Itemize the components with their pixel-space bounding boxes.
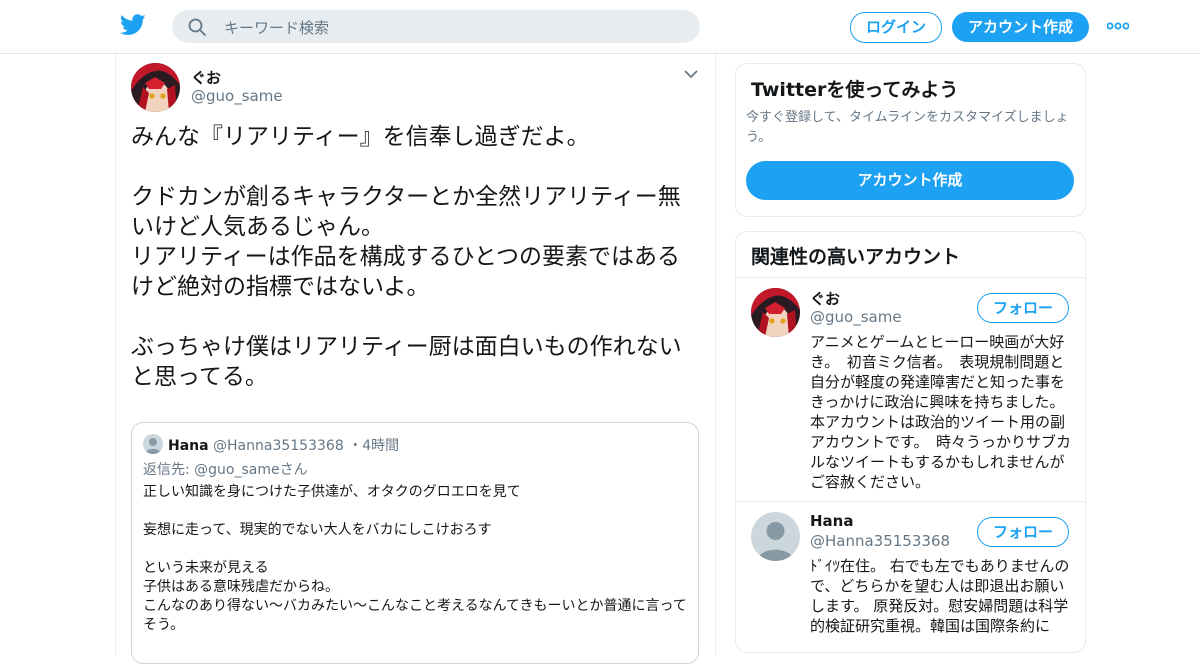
signup-card-button[interactable]: アカウント作成 — [746, 161, 1074, 200]
account-bio: ﾄﾞｲﾂ在住。 右でも左でもありませんので、どちらかを望む人は即退出お願いします… — [810, 557, 1070, 635]
follow-button[interactable]: フォロー — [977, 517, 1069, 547]
divider — [736, 277, 1085, 278]
reply-context: 返信先: @guo_sameさん — [143, 459, 308, 479]
quoted-author-handle[interactable]: @Hanna35153368 — [213, 438, 344, 454]
follow-button[interactable]: フォロー — [977, 293, 1069, 323]
signup-button[interactable]: アカウント作成 — [952, 12, 1089, 42]
account-handle[interactable]: @Hanna35153368 — [810, 532, 950, 550]
avatar[interactable] — [751, 288, 800, 337]
search-input[interactable] — [222, 10, 686, 45]
top-nav: ログイン アカウント作成 — [0, 0, 1200, 54]
quoted-text: 正しい知識を身につけた子供達が、オタクのグロエロを見て 妄想に走って、現実的でな… — [143, 484, 687, 633]
account-name[interactable]: Hana — [810, 512, 853, 530]
account-name[interactable]: ぐお — [810, 288, 840, 309]
more-options-icon[interactable] — [1107, 22, 1129, 30]
tweet-column: ぐお @guo_same みんな『リアリティー』を信奉し過ぎだよ。 クドカンが創… — [115, 54, 716, 664]
quoted-tweet[interactable]: Hana @Hanna35153368 ・4時間 返信先: @guo_sameさ… — [131, 422, 699, 664]
separator-dot: ・ — [348, 438, 363, 454]
tweet-author-handle[interactable]: @guo_same — [191, 87, 283, 105]
signup-card-description: 今すぐ登録して、タイムラインをカスタマイズしましょう。 — [746, 110, 1069, 145]
reply-prefix: 返信先: — [143, 462, 195, 478]
login-button[interactable]: ログイン — [850, 12, 942, 43]
quoted-avatar[interactable] — [143, 434, 163, 454]
related-accounts-title: 関連性の高いアカウント — [751, 246, 961, 268]
signup-card: Twitterを使ってみよう 今すぐ登録して、タイムラインをカスタマイズしましょ… — [735, 63, 1086, 217]
chevron-down-icon[interactable] — [684, 70, 698, 79]
quoted-timestamp[interactable]: 4時間 — [362, 438, 399, 454]
account-handle[interactable]: @guo_same — [810, 308, 902, 326]
quoted-header: Hana @Hanna35153368 ・4時間 — [168, 435, 399, 455]
quoted-author-name[interactable]: Hana — [168, 438, 209, 454]
related-accounts-card: 関連性の高いアカウント ぐお @guo_same フォロー アニメとゲームとヒー… — [735, 231, 1086, 653]
divider — [736, 501, 1085, 502]
tweet-author-name[interactable]: ぐお — [191, 67, 221, 88]
twitter-bird-icon[interactable] — [120, 14, 146, 36]
signup-card-title: Twitterを使ってみよう — [751, 79, 959, 101]
tweet-text: みんな『リアリティー』を信奉し過ぎだよ。 クドカンが創るキャラクターとか全然リア… — [131, 124, 682, 390]
avatar[interactable] — [131, 63, 180, 112]
reply-mention[interactable]: @guo_sameさん — [194, 462, 307, 478]
search-icon — [188, 18, 206, 36]
account-bio: アニメとゲームとヒーロー映画が大好き。 初音ミク信者。 表現規制問題と自分が軽度… — [810, 333, 1072, 491]
default-avatar-icon[interactable] — [751, 512, 800, 561]
search-box[interactable] — [172, 10, 700, 45]
